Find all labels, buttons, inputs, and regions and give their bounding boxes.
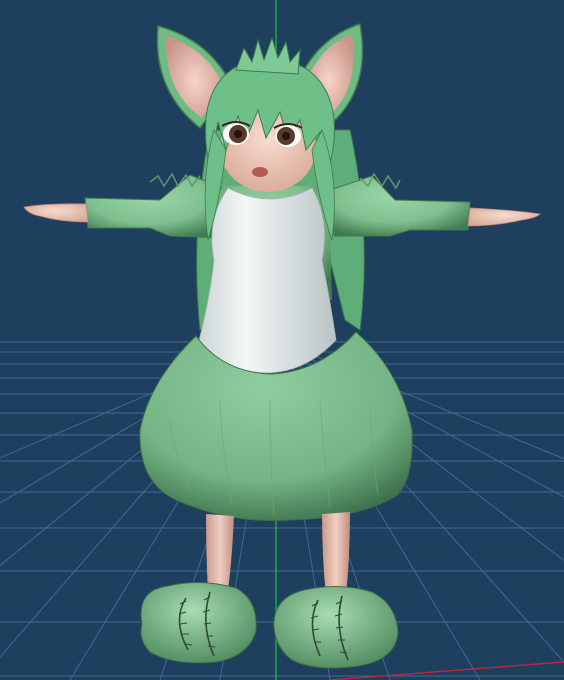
right-hand [467,207,541,227]
right-sleeve [329,172,471,237]
apron [195,187,337,374]
left-slipper [140,581,257,664]
scene-canvas[interactable] [0,0,564,680]
right-leg [322,512,350,596]
left-hand [23,203,89,223]
3d-viewport[interactable] [0,0,564,680]
mouth [252,167,268,177]
right-slipper [273,585,399,669]
left-leg [206,514,234,592]
hair-tuft [235,36,301,75]
